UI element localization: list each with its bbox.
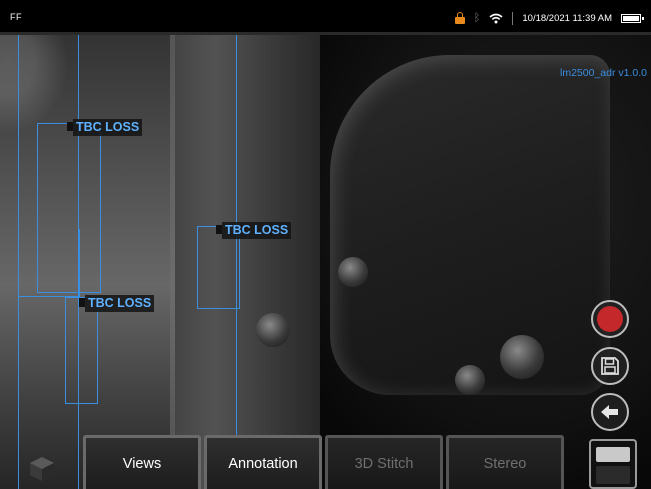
- record-icon: [597, 306, 623, 332]
- annotation-label[interactable]: TBC LOSS: [78, 295, 155, 312]
- status-left-label: FF: [10, 12, 22, 22]
- annotation-label[interactable]: TBC LOSS: [66, 119, 143, 136]
- bluetooth-icon: ᛒ: [473, 12, 481, 24]
- layout-toggle-button[interactable]: [589, 439, 637, 489]
- battery-icon: [621, 13, 644, 23]
- scene-component: [330, 55, 610, 395]
- save-icon: [601, 357, 619, 375]
- tab-annotation[interactable]: Annotation: [204, 435, 322, 489]
- tab-views[interactable]: Views: [83, 435, 201, 489]
- status-separator: [512, 11, 514, 25]
- layout-toggle-upper: [596, 447, 630, 462]
- tab-3d-stitch[interactable]: 3D Stitch: [325, 435, 443, 489]
- scene-bolt: [500, 335, 544, 379]
- annotation-box[interactable]: [18, 229, 80, 297]
- camera-view[interactable]: TBC LOSS TBC LOSS TBC LOSS: [0, 35, 651, 489]
- annotation-label[interactable]: TBC LOSS: [215, 222, 292, 239]
- back-icon: [601, 405, 618, 419]
- annotation-box[interactable]: [65, 297, 98, 404]
- software-version: lm2500_adr v1.0.0: [560, 67, 647, 79]
- scene-bolt: [256, 313, 290, 347]
- scene-blade: [170, 35, 320, 489]
- tab-stereo[interactable]: Stereo: [446, 435, 564, 489]
- cube-logo-icon: [30, 457, 54, 481]
- layout-toggle-lower: [596, 466, 630, 484]
- back-button[interactable]: [591, 393, 629, 431]
- record-button[interactable]: [591, 300, 629, 338]
- wifi-icon: [489, 13, 503, 23]
- scene-bolt: [338, 257, 368, 287]
- scene-bolt: [455, 365, 485, 395]
- status-right-group: ᛒ 10/18/2021 11:39 AM: [454, 8, 644, 28]
- lock-icon: [454, 12, 465, 24]
- status-bar: FF ᛒ 10/18/2021 11:39 AM: [0, 0, 651, 35]
- save-button[interactable]: [591, 347, 629, 385]
- status-datetime: 10/18/2021 11:39 AM: [522, 12, 612, 24]
